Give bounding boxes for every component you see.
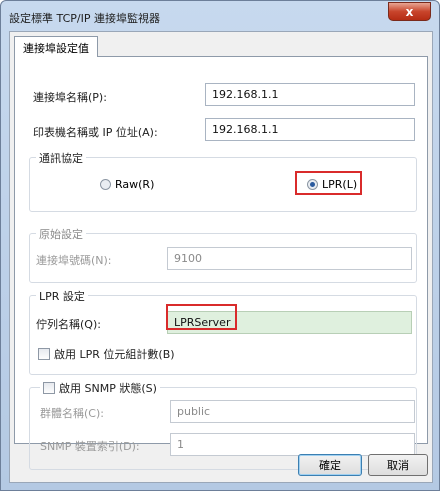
- lpr-byte-count-label: 啟用 LPR 位元組計數(B): [54, 348, 175, 361]
- raw-settings-title: 原始設定: [36, 226, 86, 242]
- close-button[interactable]: x: [388, 2, 431, 21]
- device-index-label: SNMP 裝置索引(D):: [40, 440, 140, 453]
- port-name-input[interactable]: 192.168.1.1: [205, 83, 415, 106]
- raw-radio-label: Raw(R): [115, 178, 155, 191]
- lpr-settings-title: LPR 設定: [36, 288, 88, 304]
- window-title: 設定標準 TCP/IP 連接埠監視器: [9, 12, 160, 25]
- cancel-button[interactable]: 取消: [368, 454, 428, 476]
- port-number-label: 連接埠號碼(N):: [36, 254, 112, 267]
- lpr-byte-count-box: [38, 348, 50, 360]
- dialog-client: 連接埠設定值 連接埠名稱(P): 192.168.1.1 印表機名稱或 IP 位…: [9, 31, 433, 483]
- snmp-enable-box: [43, 382, 55, 394]
- tab-port-settings[interactable]: 連接埠設定值: [14, 36, 98, 57]
- close-icon: x: [405, 4, 414, 19]
- device-index-input[interactable]: 1: [170, 433, 415, 456]
- queue-name-highlight-box: [166, 304, 237, 330]
- dialog-window: 設定標準 TCP/IP 連接埠監視器 x 連接埠設定值 連接埠名稱(P): 19…: [0, 0, 440, 491]
- protocol-group: 通訊協定 Raw(R) LPR(L): [29, 150, 417, 212]
- community-name-label: 群體名稱(C):: [40, 407, 104, 420]
- printer-address-label: 印表機名稱或 IP 位址(A):: [33, 126, 158, 139]
- raw-settings-group: 原始設定 連接埠號碼(N): 9100: [29, 226, 417, 283]
- port-number-input[interactable]: 9100: [167, 247, 412, 270]
- queue-name-label: 佇列名稱(Q):: [36, 318, 101, 331]
- community-name-input[interactable]: public: [170, 400, 415, 423]
- port-name-label: 連接埠名稱(P):: [33, 91, 107, 104]
- snmp-enable-checkbox[interactable]: 啟用 SNMP 狀態(S): [40, 380, 160, 396]
- raw-radio[interactable]: Raw(R): [100, 178, 154, 191]
- raw-radio-dot: [100, 179, 111, 190]
- ok-button[interactable]: 確定: [298, 454, 362, 476]
- protocol-group-title: 通訊協定: [36, 150, 86, 166]
- tab-panel: 連接埠名稱(P): 192.168.1.1 印表機名稱或 IP 位址(A): 1…: [14, 56, 428, 470]
- lpr-settings-group: LPR 設定 佇列名稱(Q): LPRServer 啟用 LPR 位元組計數(B…: [29, 288, 417, 375]
- printer-address-input[interactable]: 192.168.1.1: [205, 118, 415, 141]
- lpr-byte-count-checkbox[interactable]: 啟用 LPR 位元組計數(B): [38, 346, 175, 362]
- lpr-highlight-box: [295, 171, 362, 195]
- title-bar[interactable]: 設定標準 TCP/IP 連接埠監視器 x: [1, 1, 439, 31]
- snmp-enable-label: 啟用 SNMP 狀態(S): [59, 382, 157, 395]
